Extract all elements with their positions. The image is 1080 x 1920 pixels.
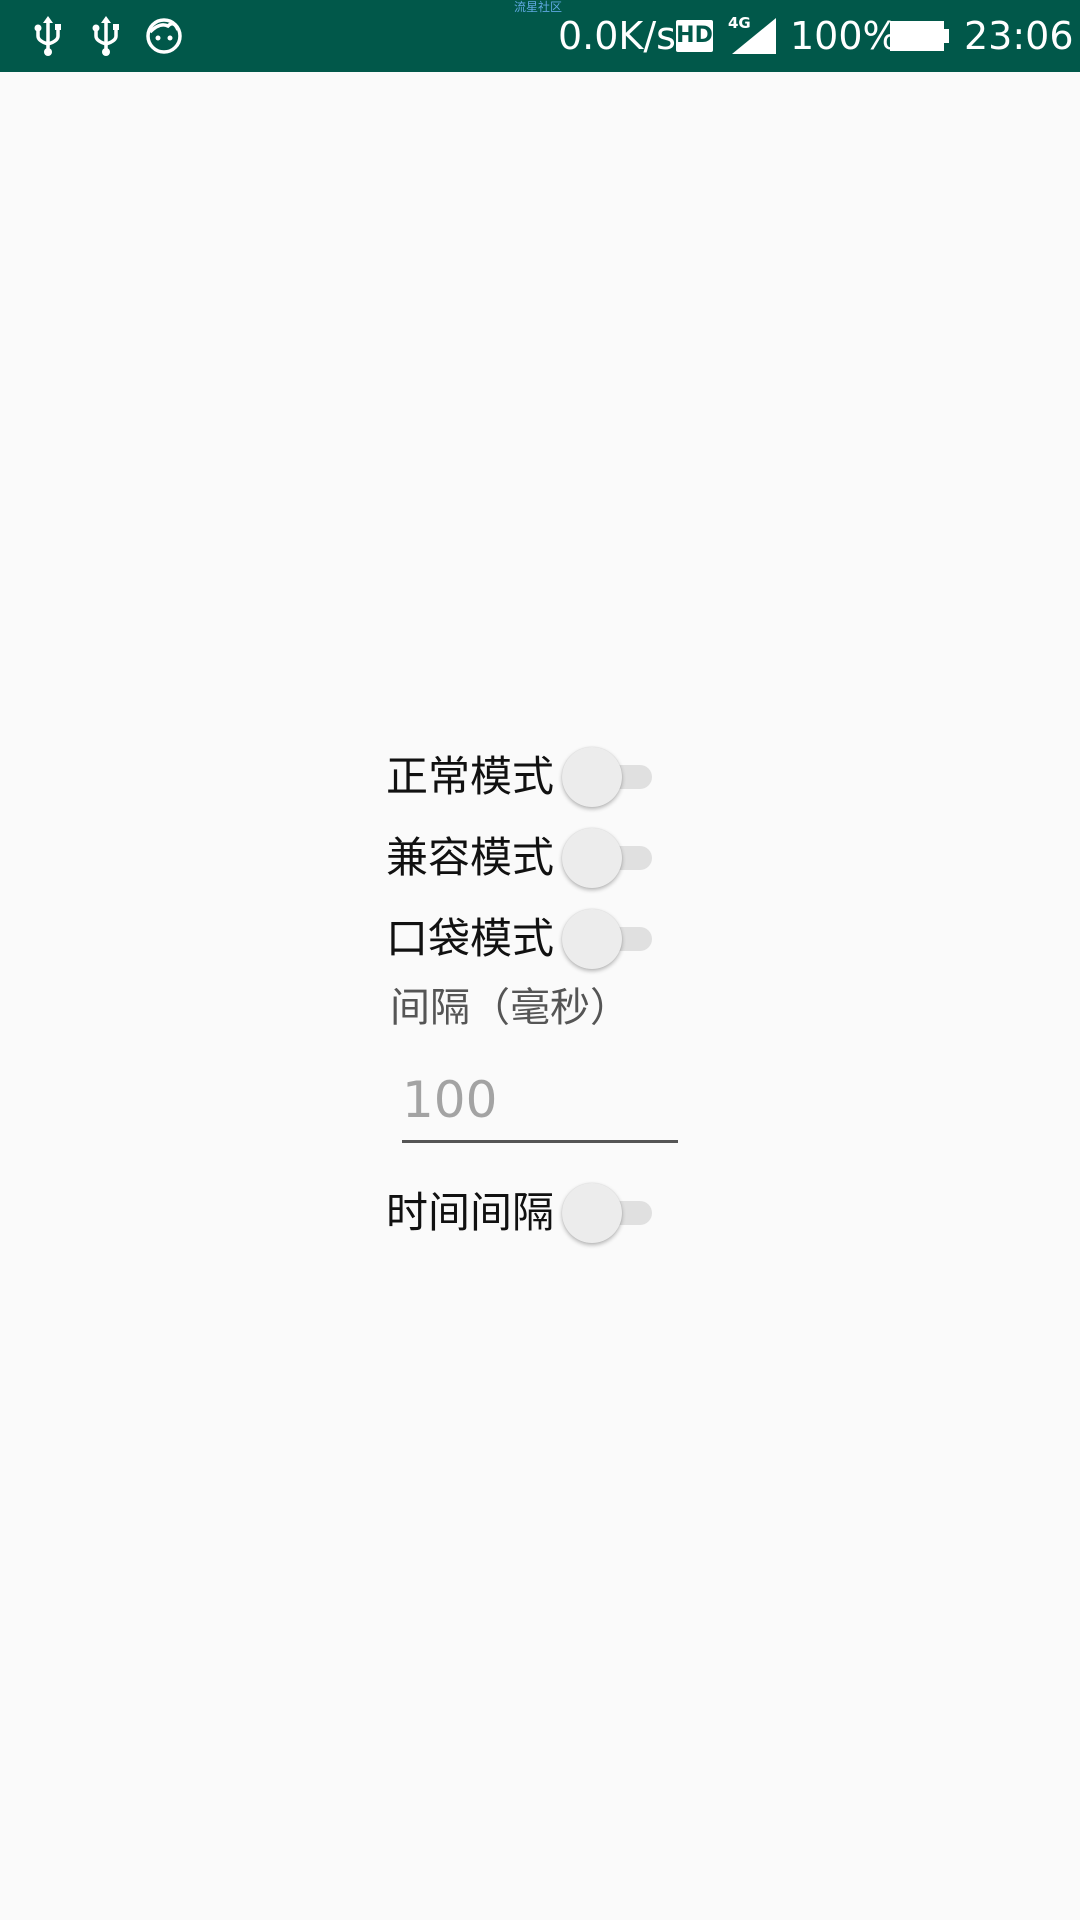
battery-icon — [890, 21, 950, 51]
face-icon — [142, 14, 186, 58]
normal-mode-label: 正常模式 — [386, 752, 555, 801]
time-interval-label: 时间间隔 — [386, 1188, 555, 1237]
compat-mode-label: 兼容模式 — [386, 833, 555, 882]
time-interval-switch[interactable] — [562, 1181, 656, 1245]
switch-thumb — [562, 1183, 622, 1243]
compat-mode-switch[interactable] — [562, 826, 656, 890]
settings-panel: 正常模式 兼容模式 口袋模式 间隔（毫秒） 时间间隔 — [0, 72, 1080, 1920]
status-bar: 流星社区 0.0K/s HD 4G 100% 23:06 — [0, 0, 1080, 72]
pocket-mode-switch[interactable] — [562, 907, 656, 971]
time-interval-row: 时间间隔 — [386, 1173, 686, 1253]
clock: 23:06 — [964, 14, 1074, 58]
switch-thumb — [562, 909, 622, 969]
interval-label: 间隔（毫秒） — [390, 985, 630, 1031]
switch-thumb — [562, 747, 622, 807]
network-type: 4G — [728, 14, 751, 32]
switch-thumb — [562, 828, 622, 888]
pocket-mode-label: 口袋模式 — [386, 914, 555, 963]
compat-mode-row: 兼容模式 — [386, 818, 686, 898]
watermark-text: 流星社区 — [514, 0, 563, 14]
interval-input[interactable] — [402, 1059, 678, 1143]
pocket-mode-row: 口袋模式 — [386, 899, 686, 979]
usb-icon — [84, 14, 128, 58]
usb-icon — [26, 14, 70, 58]
normal-mode-switch[interactable] — [562, 745, 656, 809]
battery-percent: 100% — [790, 14, 899, 58]
hd-badge: HD — [676, 20, 713, 52]
net-speed: 0.0K/s — [558, 14, 676, 58]
normal-mode-row: 正常模式 — [386, 737, 686, 817]
